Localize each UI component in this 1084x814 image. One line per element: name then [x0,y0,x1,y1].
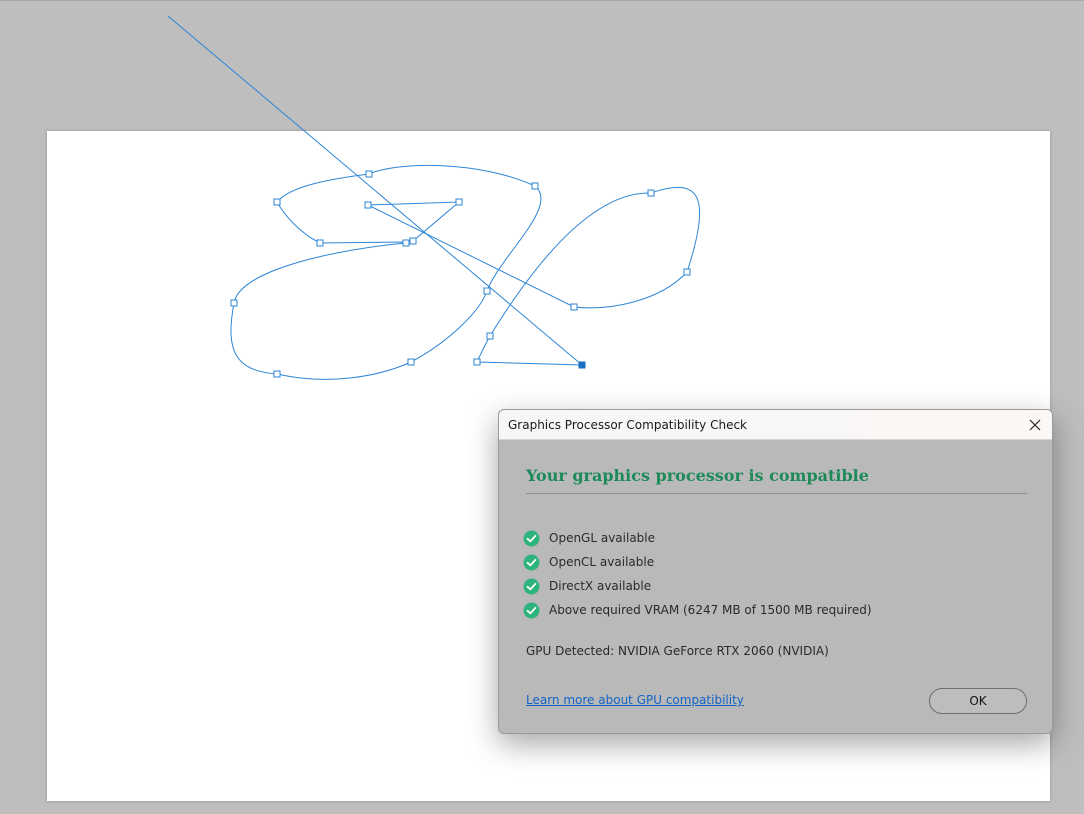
check-circle-icon [523,602,540,618]
check-label: OpenCL available [549,555,655,569]
heading-divider [526,493,1027,494]
ok-button[interactable]: OK [929,688,1027,714]
close-icon [1029,419,1041,431]
check-circle-icon [523,530,540,546]
check-item-opengl: OpenGL available [523,526,872,550]
check-circle-icon [523,554,540,570]
check-item-opencl: OpenCL available [523,550,872,574]
learn-more-link[interactable]: Learn more about GPU compatibility [526,693,744,707]
close-button[interactable] [1022,412,1048,438]
check-label: OpenGL available [549,531,656,545]
dialog-heading: Your graphics processor is compatible [526,466,869,485]
gpu-detected-text: GPU Detected: NVIDIA GeForce RTX 2060 (N… [526,644,829,658]
check-circle-icon [523,578,540,594]
gpu-compatibility-dialog: Graphics Processor Compatibility Check Y… [498,409,1053,734]
check-label: Above required VRAM (6247 MB of 1500 MB … [549,603,872,617]
compatibility-check-list: OpenGL available OpenCL available Direct… [523,526,872,622]
check-item-directx: DirectX available [523,574,872,598]
workspace-pasteboard[interactable]: Graphics Processor Compatibility Check Y… [0,0,1084,813]
check-item-vram: Above required VRAM (6247 MB of 1500 MB … [523,598,872,622]
check-label: DirectX available [549,579,652,593]
dialog-title: Graphics Processor Compatibility Check [508,418,747,432]
dialog-titlebar[interactable]: Graphics Processor Compatibility Check [499,410,1052,440]
